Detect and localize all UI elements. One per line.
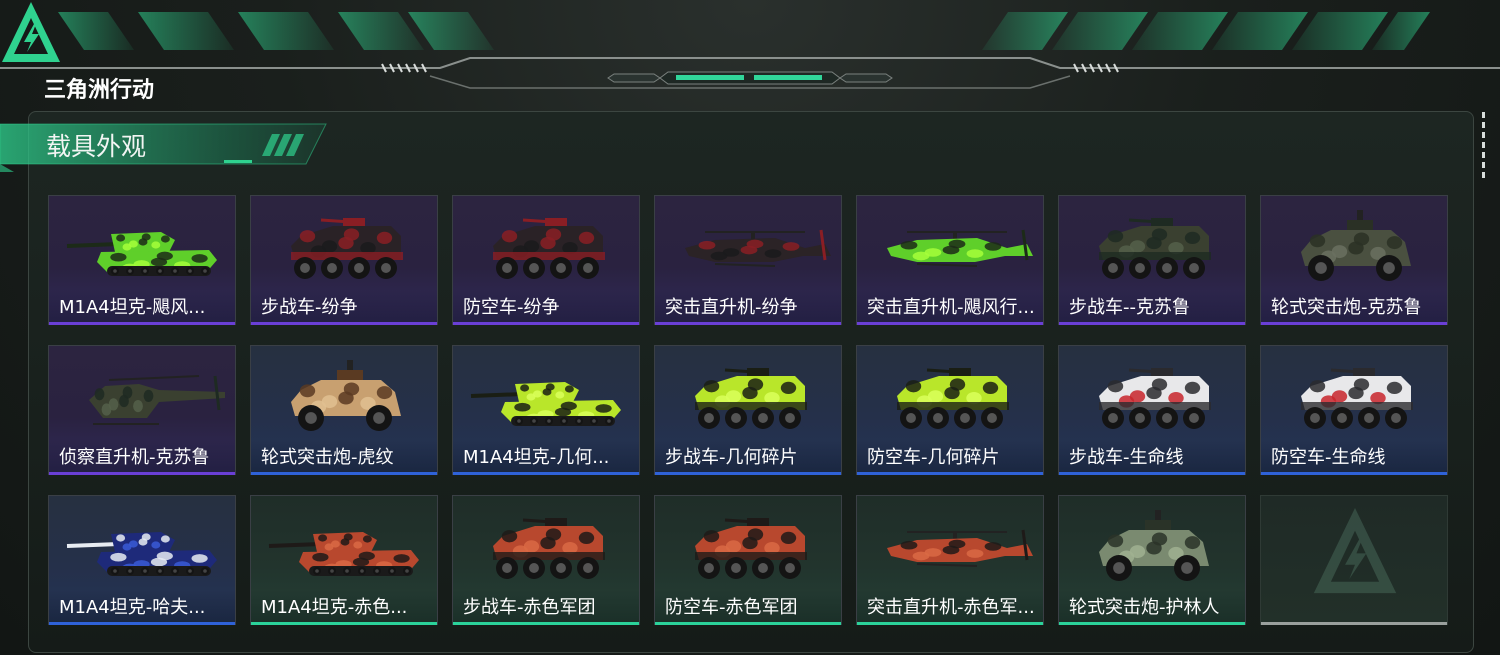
game-title: 三角洲行动 <box>44 78 155 103</box>
skin-card[interactable]: M1A4坦克-哈夫... <box>48 495 236 625</box>
rarity-bar <box>453 622 639 625</box>
skin-name: 防空车-赤色军团 <box>665 597 798 618</box>
skin-name: 步战车--克苏鲁 <box>1069 297 1190 318</box>
rarity-bar <box>1261 472 1447 475</box>
vehicle-image <box>470 382 621 426</box>
rarity-bar <box>1261 322 1447 325</box>
rarity-bar <box>251 622 437 625</box>
header: 三角洲行动 <box>0 0 1500 110</box>
vehicle-image <box>897 368 1009 429</box>
skin-name: 侦察直升机-克苏鲁 <box>59 447 210 468</box>
skins-grid: M1A4坦克-飓风... 步战车-纷争 防空车-纷争 突击直升机-纷争 突击直升… <box>48 195 1448 625</box>
skin-name: 轮式突击炮-虎纹 <box>261 447 394 468</box>
skin-name: M1A4坦克-飓风... <box>59 297 206 318</box>
empty-slot-logo-icon <box>1313 508 1397 594</box>
vehicle-image <box>291 218 403 279</box>
skin-card[interactable]: 防空车-赤色军团 <box>654 495 842 625</box>
vehicle-image <box>493 218 605 279</box>
rarity-bar <box>251 322 437 325</box>
rarity-bar <box>1059 622 1245 625</box>
skin-card[interactable]: 步战车-几何碎片 <box>654 345 842 475</box>
skin-card-empty <box>1260 495 1448 625</box>
skin-card[interactable]: 步战车-纷争 <box>250 195 438 325</box>
skin-card[interactable]: 轮式突击炮-虎纹 <box>250 345 438 475</box>
vehicle-image <box>89 375 225 425</box>
skin-card[interactable]: 突击直升机-赤色军... <box>856 495 1044 625</box>
skin-card[interactable]: 轮式突击炮-克苏鲁 <box>1260 195 1448 325</box>
vehicle-image <box>66 532 217 576</box>
rarity-bar <box>453 472 639 475</box>
rarity-bar <box>49 472 235 475</box>
rarity-bar <box>857 472 1043 475</box>
skin-card[interactable]: M1A4坦克-几何... <box>452 345 640 475</box>
rarity-bar <box>655 322 841 325</box>
skin-name: 步战车-赤色军团 <box>463 597 596 618</box>
skin-name: 突击直升机-飓风行... <box>867 297 1035 318</box>
rarity-bar <box>655 622 841 625</box>
rarity-bar <box>251 472 437 475</box>
vehicle-image <box>268 532 419 576</box>
skin-card[interactable]: 防空车-几何碎片 <box>856 345 1044 475</box>
skin-card[interactable]: 步战车-生命线 <box>1058 345 1246 475</box>
rarity-bar <box>857 322 1043 325</box>
vertical-dots-icon[interactable] <box>1481 112 1487 180</box>
vehicle-image <box>291 360 401 431</box>
skin-card[interactable]: 步战车-赤色军团 <box>452 495 640 625</box>
vehicle-image <box>1099 218 1211 279</box>
vehicle-skins-screen: 三角洲行动 载具外观 M1A4坦克-飓风... 步战车-纷争 防空车-纷争 突击… <box>0 0 1500 655</box>
rarity-bar <box>49 622 235 625</box>
vehicle-image <box>887 229 1033 267</box>
skin-card[interactable]: 防空车-生命线 <box>1260 345 1448 475</box>
skin-card[interactable]: M1A4坦克-飓风... <box>48 195 236 325</box>
skin-card[interactable]: M1A4坦克-赤色... <box>250 495 438 625</box>
skin-card[interactable]: 侦察直升机-克苏鲁 <box>48 345 236 475</box>
skin-name: 防空车-生命线 <box>1271 447 1386 468</box>
skin-card[interactable]: 防空车-纷争 <box>452 195 640 325</box>
rarity-bar <box>453 322 639 325</box>
vehicle-image <box>695 368 807 429</box>
rarity-bar <box>1261 622 1447 625</box>
skin-name: 轮式突击炮-克苏鲁 <box>1271 297 1422 318</box>
skin-name: 轮式突击炮-护林人 <box>1069 597 1220 618</box>
delta-logo-icon <box>2 2 60 62</box>
skin-name: M1A4坦克-赤色... <box>261 597 408 618</box>
vehicle-image <box>493 518 605 579</box>
vehicle-image <box>1099 510 1209 581</box>
header-decoration <box>0 12 1500 89</box>
skin-name: 步战车-几何碎片 <box>665 447 798 468</box>
skin-name: 突击直升机-赤色军... <box>867 597 1035 618</box>
skin-name: M1A4坦克-几何... <box>463 447 610 468</box>
skin-card[interactable]: 突击直升机-飓风行... <box>856 195 1044 325</box>
vehicle-image <box>695 518 807 579</box>
skin-card[interactable]: 步战车--克苏鲁 <box>1058 195 1246 325</box>
vehicle-image <box>1301 210 1411 281</box>
rarity-bar <box>1059 472 1245 475</box>
rarity-bar <box>1059 322 1245 325</box>
rarity-bar <box>655 472 841 475</box>
skin-name: 防空车-纷争 <box>463 297 560 318</box>
vehicle-image <box>66 232 217 276</box>
vehicle-image <box>887 529 1033 567</box>
skin-name: 步战车-生命线 <box>1069 447 1184 468</box>
panel-title: 载具外观 <box>46 132 147 161</box>
vehicle-image <box>1301 368 1413 429</box>
rarity-bar <box>857 622 1043 625</box>
skin-card[interactable]: 轮式突击炮-护林人 <box>1058 495 1246 625</box>
skin-name: 突击直升机-纷争 <box>665 297 798 318</box>
vehicle-image <box>1099 368 1211 429</box>
rarity-bar <box>49 322 235 325</box>
skin-name: M1A4坦克-哈夫... <box>59 597 206 618</box>
skin-name: 防空车-几何碎片 <box>867 447 1000 468</box>
skin-name: 步战车-纷争 <box>261 297 358 318</box>
vehicle-image <box>685 229 831 267</box>
skin-card[interactable]: 突击直升机-纷争 <box>654 195 842 325</box>
